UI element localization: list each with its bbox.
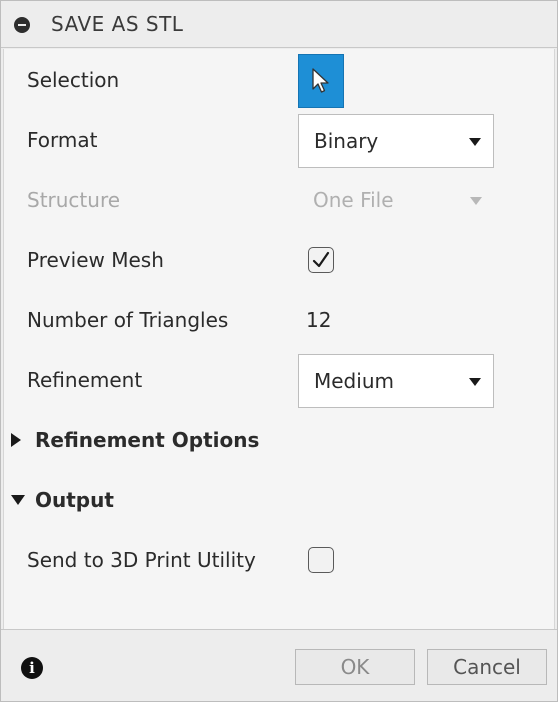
format-label: Format	[27, 128, 98, 152]
dropdown-arrow-icon	[469, 138, 481, 146]
triangles-label: Number of Triangles	[27, 308, 229, 332]
dialog-titlebar[interactable]: SAVE AS STL	[1, 1, 557, 48]
cancel-button[interactable]: Cancel	[427, 649, 547, 685]
expand-arrow-icon	[11, 432, 21, 447]
preview-mesh-label: Preview Mesh	[27, 248, 164, 272]
send-to-3d-checkbox[interactable]	[308, 547, 334, 573]
refinement-dropdown[interactable]: Medium	[298, 354, 494, 408]
dropdown-arrow-icon	[470, 197, 482, 205]
collapse-arrow-icon	[11, 494, 25, 505]
info-icon[interactable]: i	[21, 657, 43, 679]
save-as-stl-dialog: SAVE AS STL Selection Format Binary Stru…	[0, 0, 558, 702]
format-value: Binary	[314, 129, 379, 153]
ok-button[interactable]: OK	[295, 649, 415, 685]
arrow-cursor-icon	[312, 68, 329, 93]
triangles-value: 12	[306, 308, 332, 332]
selection-label: Selection	[27, 68, 120, 92]
selection-button[interactable]	[298, 54, 344, 108]
structure-dropdown: One File	[298, 174, 494, 228]
refinement-value: Medium	[314, 369, 394, 393]
dialog-footer: i OK Cancel	[1, 629, 557, 701]
structure-label: Structure	[27, 188, 121, 212]
refinement-options-label: Refinement Options	[35, 428, 260, 452]
preview-mesh-checkbox[interactable]	[308, 247, 334, 273]
collapse-icon[interactable]	[14, 17, 30, 33]
dialog-title: SAVE AS STL	[51, 12, 184, 36]
refinement-options-group[interactable]: Refinement Options	[11, 428, 259, 452]
format-dropdown[interactable]: Binary	[298, 114, 494, 168]
send-to-3d-label: Send to 3D Print Utility	[27, 548, 256, 572]
output-label: Output	[35, 488, 114, 512]
checkmark-icon	[312, 251, 330, 268]
dropdown-arrow-icon	[469, 378, 481, 386]
output-group[interactable]: Output	[11, 488, 114, 512]
refinement-label: Refinement	[27, 368, 143, 392]
structure-value: One File	[313, 188, 394, 212]
